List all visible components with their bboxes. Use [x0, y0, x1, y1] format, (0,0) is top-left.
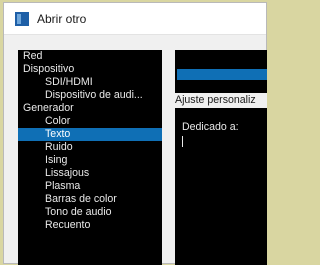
window-title: Abrir otro: [37, 12, 87, 26]
preset-selector-bar[interactable]: [177, 69, 267, 80]
tree-item-plasma[interactable]: Plasma: [18, 180, 162, 193]
tree-item-tono-de-audio[interactable]: Tono de audio: [18, 206, 162, 219]
title-bar[interactable]: Abrir otro: [4, 3, 266, 35]
tree-item-barras-de-color[interactable]: Barras de color: [18, 193, 162, 206]
tree-item-ising[interactable]: Ising: [18, 154, 162, 167]
custom-setting-label: Ajuste personaliz: [175, 93, 267, 108]
tree-item-dispositivo[interactable]: Dispositivo: [18, 63, 162, 76]
dialog-window: Abrir otro Red Dispositivo SDI/HDMI Disp…: [3, 2, 267, 265]
tree-item-color[interactable]: Color: [18, 115, 162, 128]
tree-item-generador[interactable]: Generador: [18, 102, 162, 115]
text-input-area[interactable]: Dedicado a:: [180, 118, 267, 265]
tree-item-sdi-hdmi[interactable]: SDI/HDMI: [18, 76, 162, 89]
tree-item-red[interactable]: Red: [18, 50, 162, 63]
source-tree[interactable]: Red Dispositivo SDI/HDMI Dispositivo de …: [18, 50, 162, 265]
tree-item-texto[interactable]: Texto: [18, 128, 162, 141]
settings-panel: Ajuste personaliz Dedicado a:: [175, 50, 267, 265]
text-caret: [182, 136, 183, 147]
tree-item-lissajous[interactable]: Lissajous: [18, 167, 162, 180]
tree-item-recuento[interactable]: Recuento: [18, 219, 162, 232]
tree-item-ruido[interactable]: Ruido: [18, 141, 162, 154]
app-icon: [15, 12, 29, 26]
dialog-body: Red Dispositivo SDI/HDMI Dispositivo de …: [4, 35, 267, 265]
tree-item-dispositivo-audio[interactable]: Dispositivo de audi...: [18, 89, 162, 102]
text-field-value: Dedicado a:: [182, 121, 239, 133]
